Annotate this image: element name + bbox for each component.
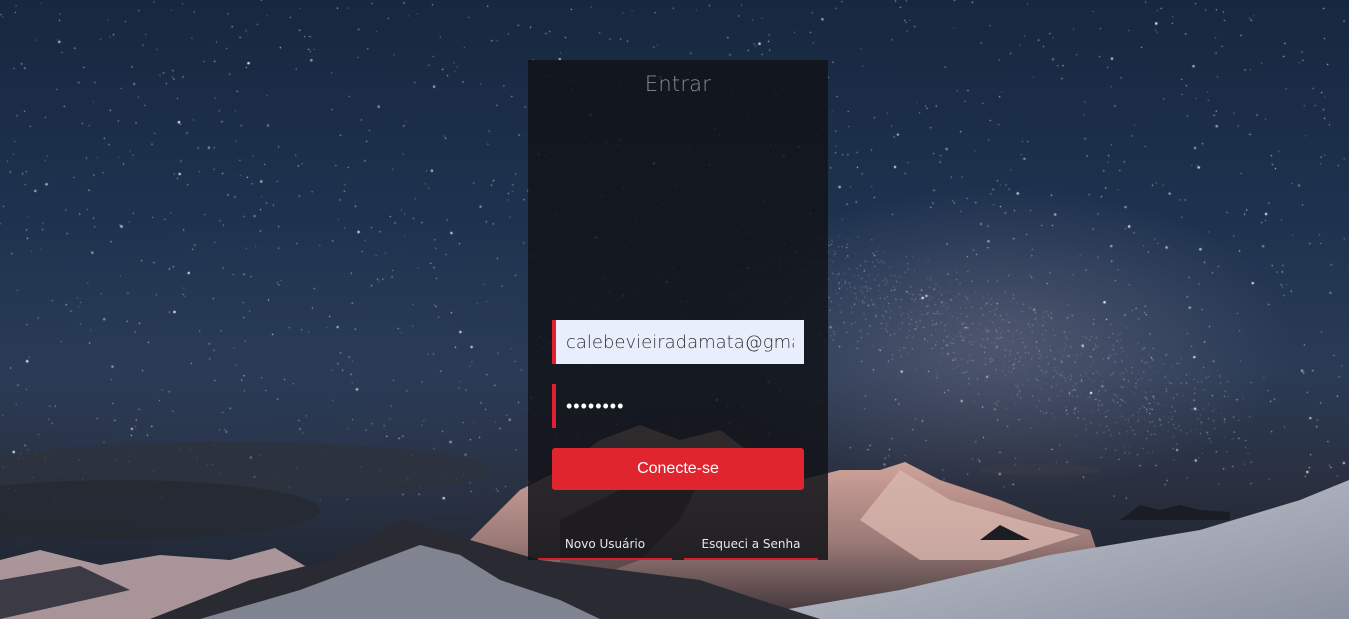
auth-links: Novo Usuário Esqueci a Senha (538, 534, 818, 560)
login-panel: Entrar Conecte-se Novo Usuário Esqueci a… (528, 60, 828, 560)
forgot-password-link[interactable]: Esqueci a Senha (684, 534, 818, 560)
login-page: Entrar Conecte-se Novo Usuário Esqueci a… (0, 0, 1349, 619)
login-title: Entrar (644, 72, 712, 96)
email-field[interactable] (552, 320, 804, 364)
new-user-link[interactable]: Novo Usuário (538, 534, 672, 560)
password-field[interactable] (552, 384, 804, 428)
login-button[interactable]: Conecte-se (552, 448, 804, 490)
